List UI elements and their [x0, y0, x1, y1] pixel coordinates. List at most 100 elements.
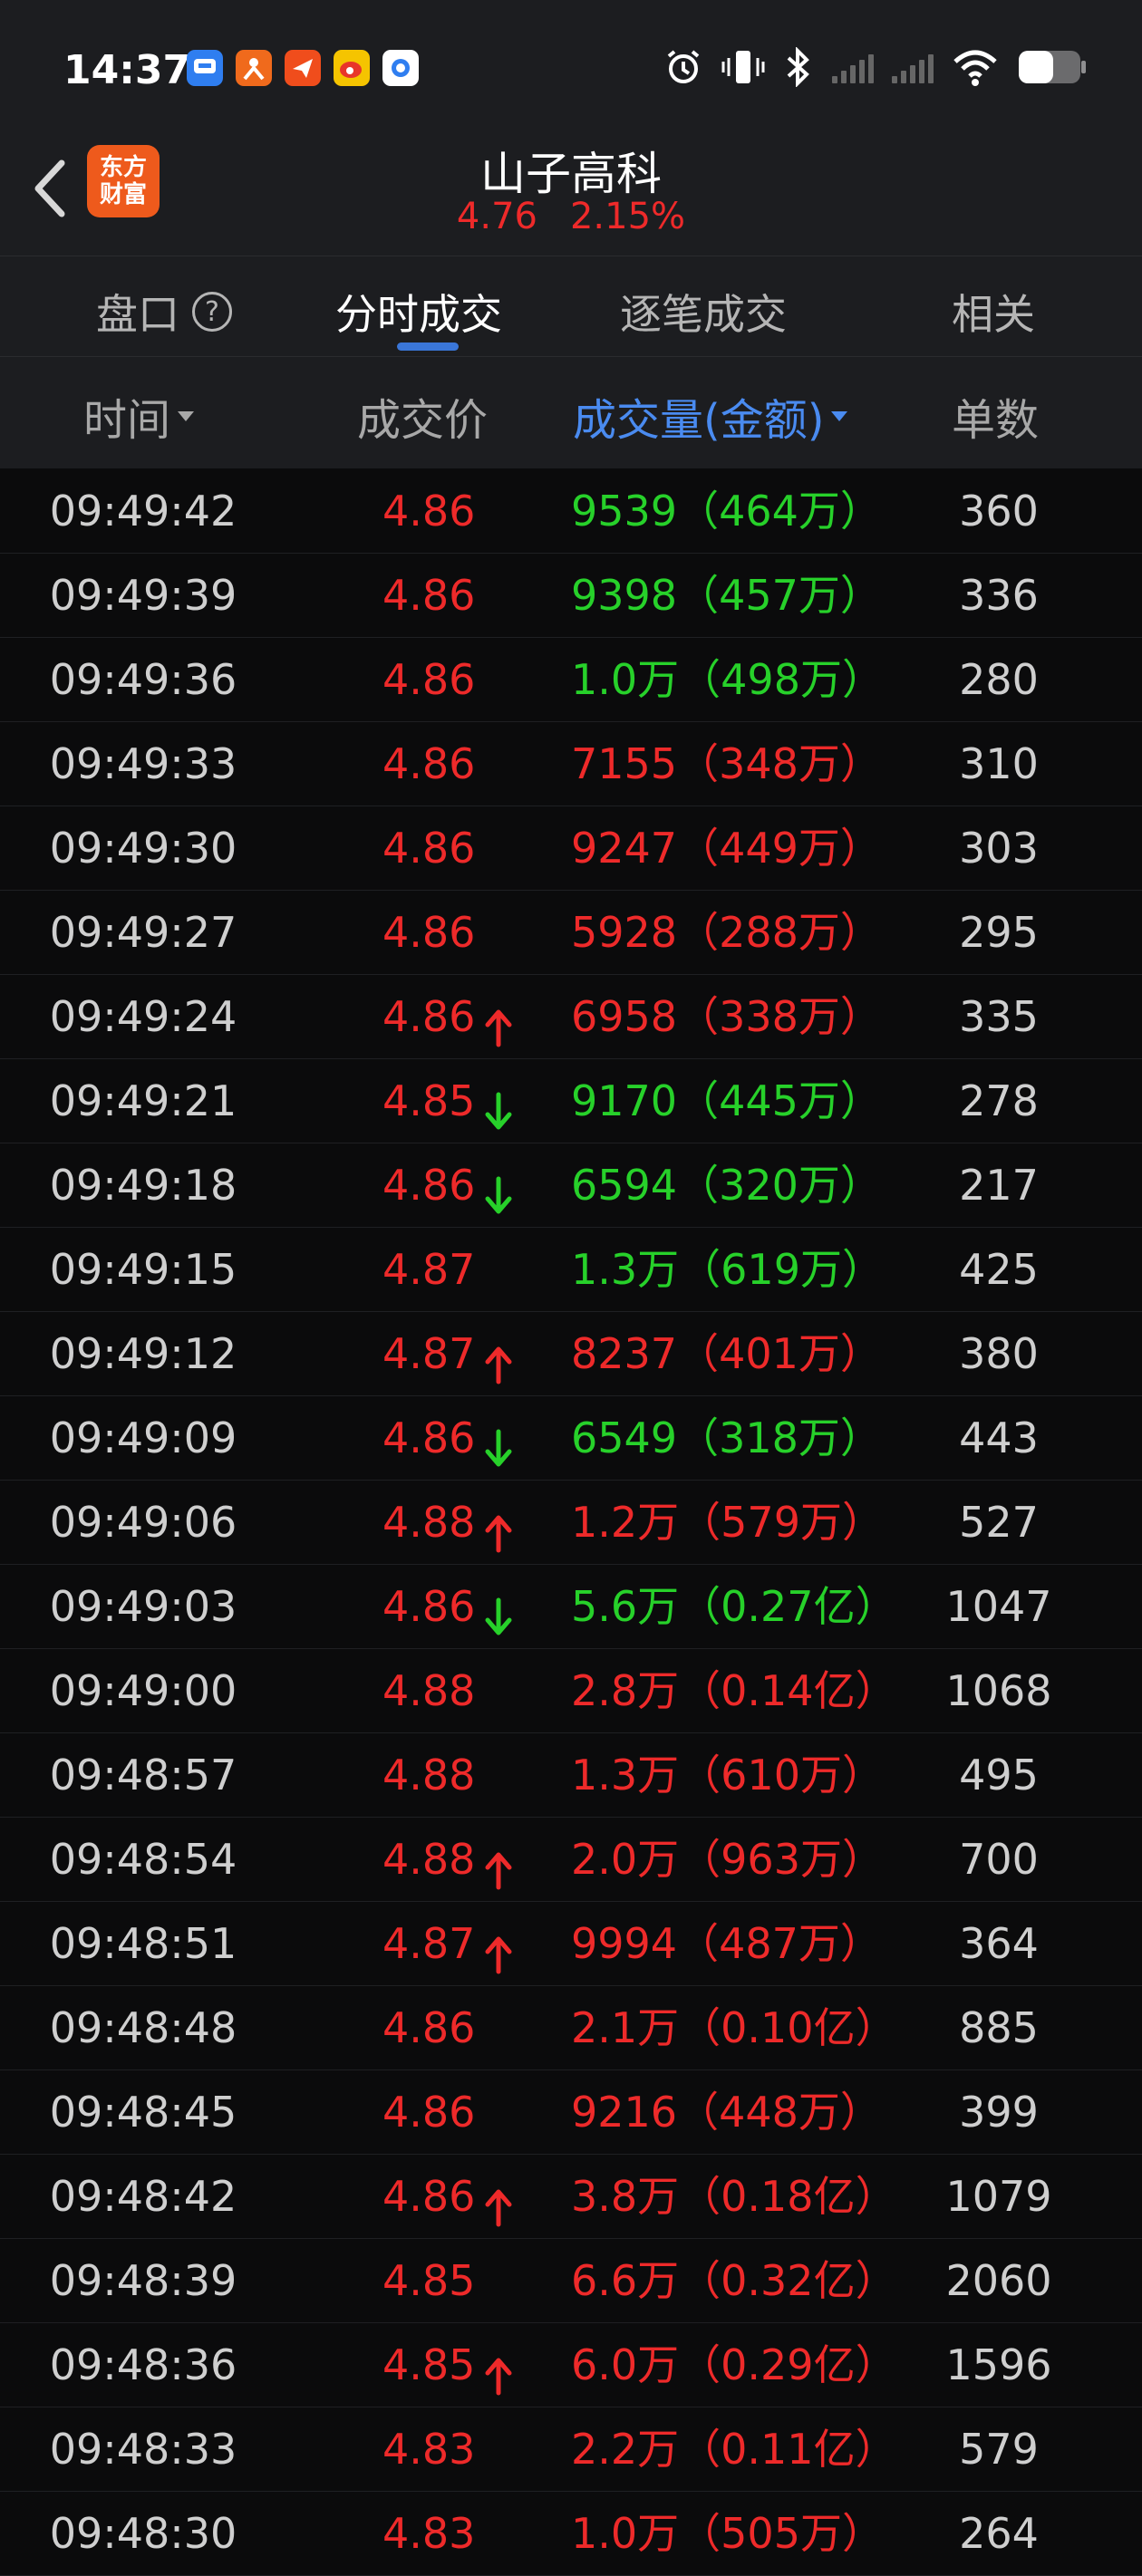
tab-label: 分时成交 [335, 290, 502, 339]
arrow-down-icon [482, 1163, 515, 1214]
trade-volume: 1.0万（505万） [571, 2509, 884, 2558]
tab-time-sales[interactable]: 分时成交 [335, 282, 502, 342]
trade-price-value: 4.87 [382, 1245, 476, 1294]
tab-related[interactable]: 相关 [952, 282, 1035, 342]
column-header-label: 单数 [952, 395, 1040, 446]
trade-list[interactable]: 09:49:42 4.86 9539（464万） 360 09:49:39 4.86 939… [0, 469, 1142, 2576]
trade-price: 4.87 [382, 1312, 515, 1395]
trade-price: 4.83 [382, 2407, 475, 2491]
table-row[interactable]: 09:49:06 4.88 1.2万（579万） 527 [0, 1481, 1142, 1565]
trade-count: 364 [959, 1919, 1039, 1968]
table-row[interactable]: 09:48:48 4.86 2.1万（0.10亿） 885 [0, 1986, 1142, 2070]
trade-price-value: 4.86 [382, 2088, 476, 2137]
table-row[interactable]: 09:48:51 4.87 9994（487万） 364 [0, 1902, 1142, 1986]
trade-price: 4.86 [382, 1986, 475, 2069]
trade-time: 09:48:39 [49, 2256, 237, 2305]
trade-price: 4.88 [382, 1818, 515, 1901]
trade-count: 280 [959, 655, 1039, 704]
tab-order-book[interactable]: 盘口 ? [96, 282, 232, 342]
trade-volume: 9994（487万） [571, 1919, 882, 1968]
trade-time: 09:48:30 [49, 2509, 237, 2558]
table-row[interactable]: 09:49:24 4.86 6958（338万） 335 [0, 975, 1142, 1059]
trade-price-value: 4.87 [382, 1329, 476, 1378]
status-indicators [663, 47, 1088, 87]
trade-count: 1068 [945, 1666, 1052, 1715]
trade-price-value: 4.88 [382, 1835, 476, 1884]
table-row[interactable]: 09:49:21 4.85 9170（445万） 278 [0, 1059, 1142, 1143]
column-header-count: 单数 [952, 384, 1039, 448]
table-row[interactable]: 09:49:36 4.86 1.0万（498万） 280 [0, 638, 1142, 722]
table-row[interactable]: 09:49:03 4.86 5.6万（0.27亿） 1047 [0, 1565, 1142, 1649]
trade-time: 09:49:06 [49, 1498, 237, 1547]
trade-price: 4.83 [382, 2492, 475, 2575]
trade-count: 264 [959, 2509, 1039, 2558]
trade-volume: 9539（464万） [571, 487, 882, 535]
trade-price: 4.86 [382, 2155, 515, 2238]
table-row[interactable]: 09:49:33 4.86 7155（348万） 310 [0, 722, 1142, 806]
table-row[interactable]: 09:48:33 4.83 2.2万（0.11亿） 579 [0, 2407, 1142, 2492]
trade-volume: 6594（320万） [571, 1161, 882, 1210]
trade-time: 09:49:42 [49, 487, 237, 535]
column-header-volume[interactable]: 成交量(金额) [573, 384, 848, 448]
table-row[interactable]: 09:49:18 4.86 6594（320万） 217 [0, 1143, 1142, 1228]
weibo-app-icon [334, 50, 370, 86]
table-row[interactable]: 09:49:39 4.86 9398（457万） 336 [0, 554, 1142, 638]
trade-price: 4.86 [382, 891, 475, 974]
trade-volume: 1.3万（619万） [571, 1245, 884, 1294]
trade-time: 09:49:15 [49, 1245, 237, 1294]
trade-time: 09:49:00 [49, 1666, 237, 1715]
trade-volume: 2.1万（0.10亿） [571, 2003, 897, 2052]
status-bar: 14:37 [0, 0, 1142, 136]
table-row[interactable]: 09:49:27 4.86 5928（288万） 295 [0, 891, 1142, 975]
trade-price-value: 4.86 [382, 2172, 476, 2221]
trade-time: 09:49:39 [49, 571, 237, 620]
trade-price-value: 4.86 [382, 739, 476, 788]
table-row[interactable]: 09:48:54 4.88 2.0万（963万） 700 [0, 1818, 1142, 1902]
trade-time: 09:49:30 [49, 824, 237, 873]
sort-down-icon [178, 410, 195, 421]
trade-count: 700 [959, 1835, 1039, 1884]
arrow-up-icon [482, 1837, 515, 1890]
table-row[interactable]: 09:48:30 4.83 1.0万（505万） 264 [0, 2492, 1142, 2576]
table-row[interactable]: 09:49:15 4.87 1.3万（619万） 425 [0, 1228, 1142, 1312]
stock-name: 山子高科 [480, 148, 662, 200]
trade-volume: 9247（449万） [571, 824, 882, 873]
trade-price-value: 4.86 [382, 1582, 476, 1631]
help-icon[interactable]: ? [192, 292, 232, 332]
column-header-time[interactable]: 时间 [83, 384, 195, 448]
table-row[interactable]: 09:48:45 4.86 9216（448万） 399 [0, 2070, 1142, 2155]
signal-icon [892, 51, 934, 83]
table-row[interactable]: 09:49:30 4.86 9247（449万） 303 [0, 806, 1142, 891]
stock-price: 4.76 [456, 196, 537, 237]
table-row[interactable]: 09:48:57 4.88 1.3万（610万） 495 [0, 1733, 1142, 1818]
tab-label: 相关 [952, 290, 1035, 339]
table-row[interactable]: 09:49:42 4.86 9539（464万） 360 [0, 469, 1142, 554]
trade-volume: 2.0万（963万） [571, 1835, 884, 1884]
trade-price-value: 4.85 [382, 2340, 476, 2389]
table-row[interactable]: 09:49:00 4.88 2.8万（0.14亿） 1068 [0, 1649, 1142, 1733]
arrow-up-icon [482, 994, 515, 1047]
column-header-label: 成交价 [357, 395, 489, 446]
trade-volume: 1.3万（610万） [571, 1751, 884, 1799]
trade-time: 09:48:42 [49, 2172, 237, 2221]
table-row[interactable]: 09:48:39 4.85 6.6万（0.32亿） 2060 [0, 2239, 1142, 2323]
arrow-down-icon [482, 1078, 515, 1130]
trade-time: 09:48:48 [49, 2003, 237, 2052]
trade-price-value: 4.85 [382, 2256, 476, 2305]
stock-change-pct: 2.15% [569, 196, 686, 237]
table-row[interactable]: 09:48:36 4.85 6.0万（0.29亿） 1596 [0, 2323, 1142, 2407]
trade-time: 09:49:36 [49, 655, 237, 704]
trade-price-value: 4.86 [382, 992, 476, 1041]
trade-price-value: 4.86 [382, 824, 476, 873]
trade-price-value: 4.88 [382, 1751, 476, 1799]
tab-tick-by-tick[interactable]: 逐笔成交 [620, 282, 787, 342]
trade-count: 295 [959, 908, 1039, 957]
table-row[interactable]: 09:48:42 4.86 3.8万（0.18亿） 1079 [0, 2155, 1142, 2239]
alarm-icon [667, 50, 700, 83]
title-bar: 东方 财富 山子高科 4.76 2.15% [0, 136, 1142, 256]
table-row[interactable]: 09:49:12 4.87 8237（401万） 380 [0, 1312, 1142, 1396]
trade-price: 4.87 [382, 1228, 475, 1311]
table-row[interactable]: 09:49:09 4.86 6549（318万） 443 [0, 1396, 1142, 1481]
trade-price: 4.88 [382, 1733, 475, 1817]
trade-price: 4.85 [382, 2323, 515, 2407]
